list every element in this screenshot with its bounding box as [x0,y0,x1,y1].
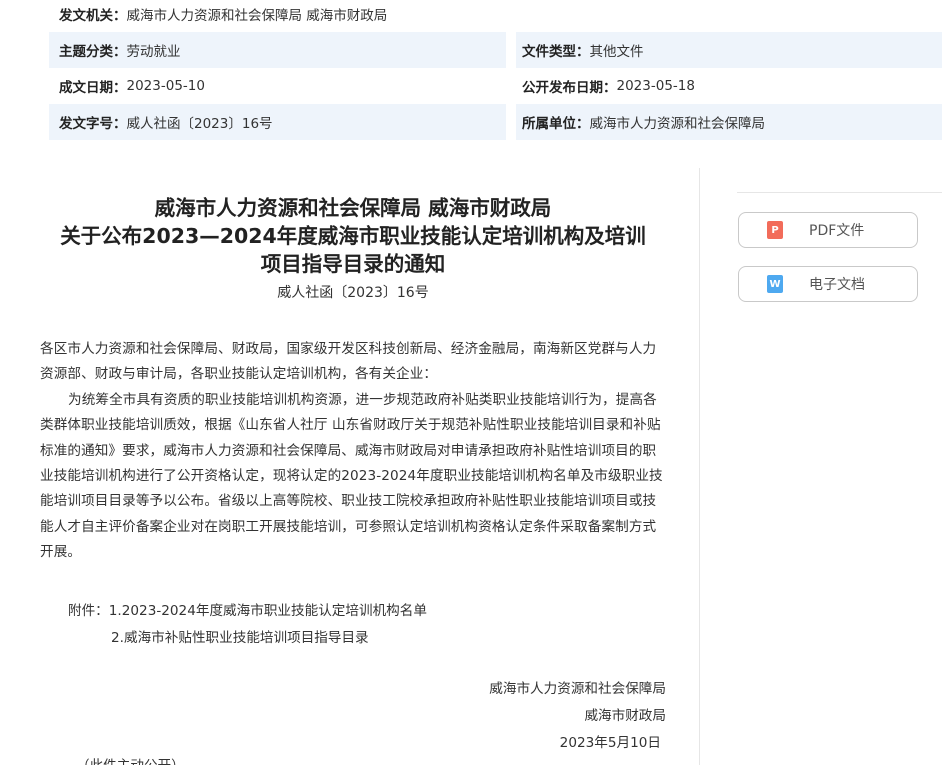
pdf-button-label: PDF文件 [809,223,865,239]
meta-value: 劳动就业 [126,44,181,60]
body-paragraph-main: 为统筹全市具有资质的职业技能培训机构资源，进一步规范政府补贴类职业技能培训行为，… [40,391,663,561]
meta-key: 公开发布日期： [522,80,617,96]
meta-key: 主题分类： [59,44,127,60]
meta-cell-topic: 主题分类： 劳动就业 [49,32,506,68]
document-title: 威海市人力资源和社会保障局 威海市财政局 关于公布2023—2024年度威海市职… [40,194,666,302]
content-divider [699,168,700,765]
meta-key: 成文日期： [59,80,127,96]
meta-row-topic: 主题分类： 劳动就业 文件类型： 其他文件 [49,32,942,68]
meta-value: 威人社函〔2023〕16号 [126,116,273,132]
meta-key: 所属单位： [522,116,590,132]
meta-value: 威海市人力资源和社会保障局 威海市财政局 [126,8,388,24]
meta-value: 2023-05-18 [616,78,695,94]
pdf-file-icon: P [767,221,783,239]
word-download-button[interactable]: W 电子文档 [738,266,918,302]
meta-cell-docno: 发文字号： 威人社函〔2023〕16号 [49,104,506,140]
meta-value: 威海市人力资源和社会保障局 [589,116,766,132]
title-line-3: 项目指导目录的通知 [260,252,446,276]
signature-org-1: 威海市人力资源和社会保障局 [489,681,666,697]
title-line-2: 关于公布2023—2024年度威海市职业技能认定培训机构及培训 [60,224,646,248]
title-line-1: 威海市人力资源和社会保障局 威海市财政局 [154,196,552,220]
meta-key: 发文字号： [59,116,127,132]
word-button-label: 电子文档 [809,277,865,293]
document-number: 威人社函〔2023〕16号 [277,285,429,301]
meta-value: 2023-05-10 [126,78,205,94]
meta-row-issuer: 发文机关： 威海市人力资源和社会保障局 威海市财政局 [49,0,942,32]
word-file-icon: W [767,275,783,293]
meta-row-date: 成文日期： 2023-05-10 公开发布日期： 2023-05-18 [49,68,942,104]
pdf-download-button[interactable]: P PDF文件 [738,212,918,248]
meta-value: 其他文件 [589,44,644,60]
meta-cell-issuer: 发文机关： 威海市人力资源和社会保障局 威海市财政局 [49,0,506,32]
signature-date: 2023年5月10日 [559,735,661,751]
meta-cell-pubdate: 公开发布日期： 2023-05-18 [516,68,942,104]
meta-cell-unit: 所属单位： 威海市人力资源和社会保障局 [516,104,942,140]
attachment-1[interactable]: 附件：1.2023-2024年度威海市职业技能认定培训机构名单 [68,598,427,625]
meta-cell-date: 成文日期： 2023-05-10 [49,68,506,104]
document-body: 各区市人力资源和社会保障局、财政局，国家级开发区科技创新局、经济金融局，南海新区… [40,337,666,566]
meta-cell-type: 文件类型： 其他文件 [516,32,942,68]
signature-org-2: 威海市财政局 [584,708,666,724]
body-paragraph-salutation: 各区市人力资源和社会保障局、财政局，国家级开发区科技创新局、经济金融局，南海新区… [40,341,657,383]
sidebar-rule [737,192,942,193]
attachment-2[interactable]: 2.威海市补贴性职业技能培训项目指导目录 [68,625,427,652]
meta-row-docno: 发文字号： 威人社函〔2023〕16号 所属单位： 威海市人力资源和社会保障局 [49,104,942,140]
meta-key: 文件类型： [522,44,590,60]
signature-block: 威海市人力资源和社会保障局 威海市财政局 2023年5月10日 [489,676,666,757]
attachments: 附件：1.2023-2024年度威海市职业技能认定培训机构名单 2.威海市补贴性… [68,598,427,652]
document-meta-table: 发文机关： 威海市人力资源和社会保障局 威海市财政局 主题分类： 劳动就业 文件… [49,0,942,140]
meta-key: 发文机关： [59,8,127,24]
disclosure-note: （此件主动公开） [76,756,185,765]
